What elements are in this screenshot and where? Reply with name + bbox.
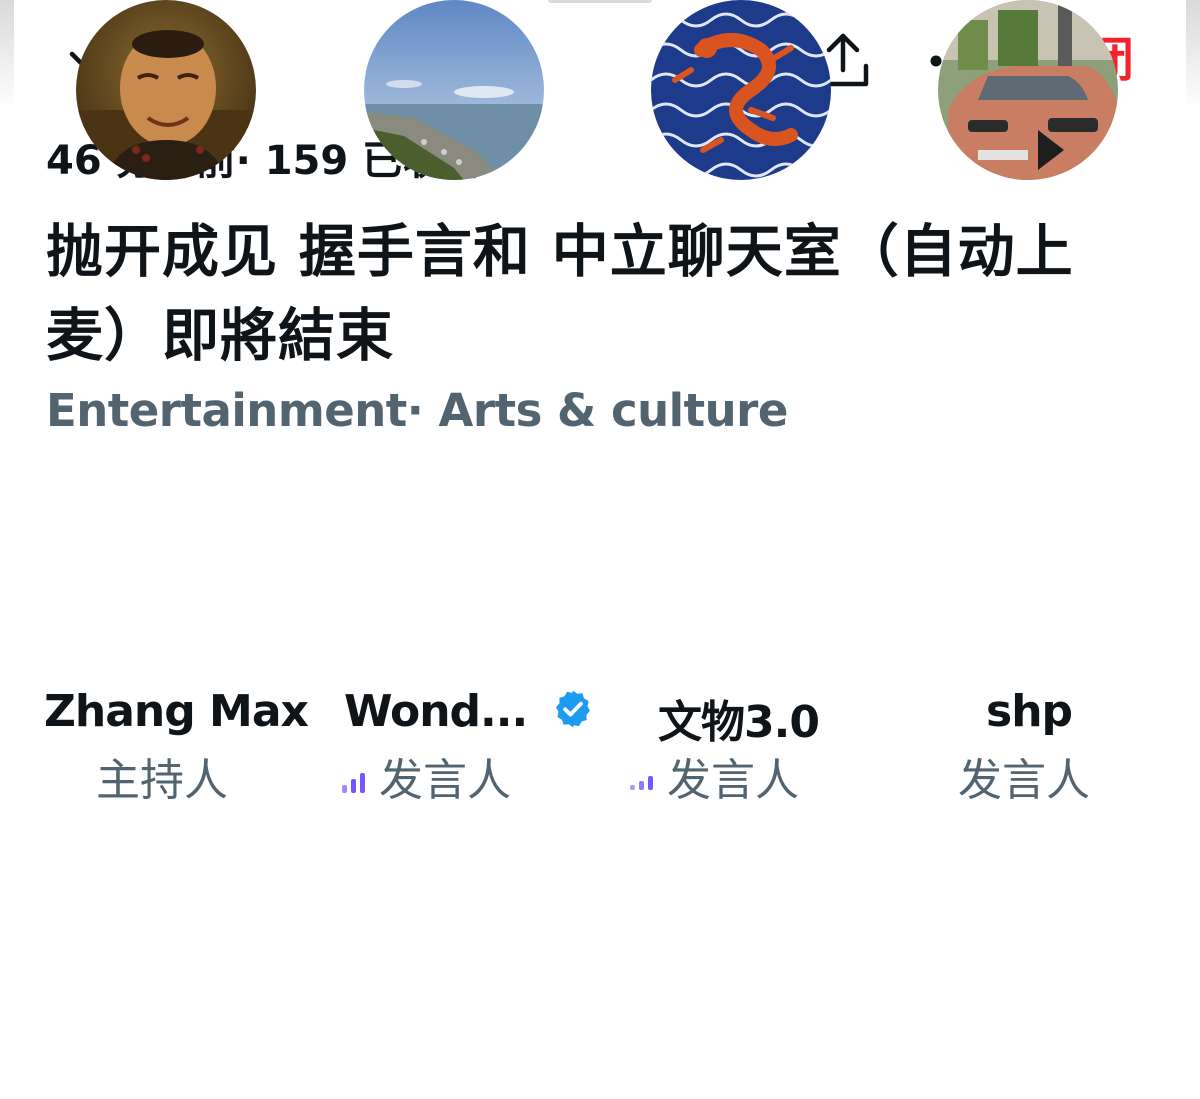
space-topics[interactable]: Entertainment· Arts & culture <box>46 384 788 437</box>
participant-name: Zhang Max <box>44 686 309 737</box>
participant-name: 文物3.0 <box>658 697 820 748</box>
avatar[interactable] <box>364 0 544 180</box>
participant-name-row: Wond... <box>344 686 594 741</box>
speaking-indicator-icon <box>342 773 365 793</box>
participant-role: 发言人 <box>958 755 1090 806</box>
sheet-grabber[interactable] <box>548 0 652 3</box>
participant-name: shp <box>986 686 1073 737</box>
avatar[interactable] <box>76 0 256 180</box>
participant-role: 发言人 <box>667 755 799 806</box>
space-title: 抛开成见 握手言和 中立聊天室（自动上麦）即將結束 <box>46 219 1074 369</box>
avatar[interactable] <box>651 0 831 180</box>
participant-role: 发言人 <box>379 755 511 806</box>
speaking-indicator-icon <box>630 776 653 790</box>
participant-role-row: 发言人 <box>342 744 511 808</box>
participant-role-row: 发言人 <box>630 744 799 808</box>
participant-role: 主持人 <box>96 755 228 806</box>
space-sheet: 关闭 46 分钟前· 159 已收听 抛开成见 握手言和 中立聊天室（自动上麦）… <box>0 0 1200 1099</box>
sheet-edge-right <box>1186 0 1200 110</box>
verified-badge-icon <box>552 688 594 741</box>
sheet-edge-left <box>0 0 14 110</box>
avatar[interactable] <box>938 0 1118 180</box>
participant-name: Wond... <box>344 686 528 737</box>
